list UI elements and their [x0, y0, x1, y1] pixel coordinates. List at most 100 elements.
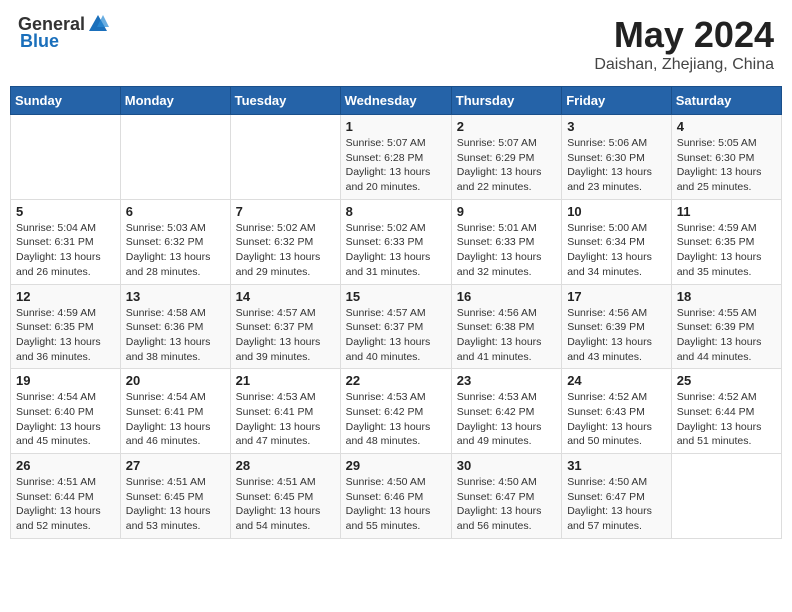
- calendar-header-saturday: Saturday: [671, 87, 781, 115]
- calendar-cell: 12 Sunrise: 4:59 AMSunset: 6:35 PMDayligh…: [11, 284, 121, 369]
- calendar-week-0: 1Sunrise: 5:07 AMSunset: 6:28 PMDaylight…: [11, 115, 782, 200]
- day-number: 25: [677, 373, 776, 388]
- calendar-cell: 25 Sunrise: 4:52 AMSunset: 6:44 PMDayligh…: [671, 369, 781, 454]
- day-number: 20: [126, 373, 225, 388]
- calendar-cell: 22Sunrise: 4:53 AMSunset: 6:42 PMDayligh…: [340, 369, 451, 454]
- calendar-cell: 24Sunrise: 4:52 AMSunset: 6:43 PMDayligh…: [562, 369, 672, 454]
- calendar-cell: 15Sunrise: 4:57 AMSunset: 6:37 PMDayligh…: [340, 284, 451, 369]
- calendar-cell: 13Sunrise: 4:58 AMSunset: 6:36 PMDayligh…: [120, 284, 230, 369]
- calendar-cell: 16 Sunrise: 4:56 AMSunset: 6:38 PMDayligh…: [451, 284, 561, 369]
- calendar-cell: 17 Sunrise: 4:56 AMSunset: 6:39 PMDayligh…: [562, 284, 672, 369]
- day-info: Sunrise: 4:50 AMSunset: 6:47 PMDaylight:…: [567, 475, 666, 534]
- day-info: Sunrise: 4:51 AMSunset: 6:45 PMDaylight:…: [236, 475, 335, 534]
- page-header: General Blue May 2024 Daishan, Zhejiang,…: [10, 10, 782, 78]
- day-info: Sunrise: 4:57 AMSunset: 6:37 PMDaylight:…: [236, 306, 335, 365]
- calendar-body: 1Sunrise: 5:07 AMSunset: 6:28 PMDaylight…: [11, 115, 782, 539]
- day-info: Sunrise: 5:03 AMSunset: 6:32 PMDaylight:…: [126, 221, 225, 280]
- calendar-cell: [671, 454, 781, 539]
- day-info: Sunrise: 4:51 AMSunset: 6:45 PMDaylight:…: [126, 475, 225, 534]
- day-number: 2: [457, 119, 556, 134]
- day-number: 7: [236, 204, 335, 219]
- calendar-cell: 26Sunrise: 4:51 AMSunset: 6:44 PMDayligh…: [11, 454, 121, 539]
- day-info: Sunrise: 5:02 AMSunset: 6:33 PMDaylight:…: [346, 221, 446, 280]
- calendar-header-row: SundayMondayTuesdayWednesdayThursdayFrid…: [11, 87, 782, 115]
- day-number: 11: [677, 204, 776, 219]
- day-number: 30: [457, 458, 556, 473]
- day-info: Sunrise: 5:04 AMSunset: 6:31 PMDaylight:…: [16, 221, 115, 280]
- main-title: May 2024: [594, 14, 774, 56]
- calendar-cell: [11, 115, 121, 200]
- calendar-cell: 14Sunrise: 4:57 AMSunset: 6:37 PMDayligh…: [230, 284, 340, 369]
- day-number: 12: [16, 289, 115, 304]
- day-info: Sunrise: 4:53 AMSunset: 6:42 PMDaylight:…: [457, 390, 556, 449]
- day-info: Sunrise: 5:01 AMSunset: 6:33 PMDaylight:…: [457, 221, 556, 280]
- day-number: 4: [677, 119, 776, 134]
- day-number: 17: [567, 289, 666, 304]
- calendar-cell: 19 Sunrise: 4:54 AMSunset: 6:40 PMDayligh…: [11, 369, 121, 454]
- day-number: 3: [567, 119, 666, 134]
- calendar-cell: 1Sunrise: 5:07 AMSunset: 6:28 PMDaylight…: [340, 115, 451, 200]
- day-number: 31: [567, 458, 666, 473]
- calendar-header-wednesday: Wednesday: [340, 87, 451, 115]
- day-info: Sunrise: 5:06 AMSunset: 6:30 PMDaylight:…: [567, 136, 666, 195]
- calendar-header-monday: Monday: [120, 87, 230, 115]
- logo: General Blue: [18, 14, 109, 52]
- day-number: 13: [126, 289, 225, 304]
- calendar-cell: 28 Sunrise: 4:51 AMSunset: 6:45 PMDayligh…: [230, 454, 340, 539]
- day-number: 22: [346, 373, 446, 388]
- calendar-week-4: 26Sunrise: 4:51 AMSunset: 6:44 PMDayligh…: [11, 454, 782, 539]
- calendar-cell: 21Sunrise: 4:53 AMSunset: 6:41 PMDayligh…: [230, 369, 340, 454]
- day-number: 29: [346, 458, 446, 473]
- day-number: 28: [236, 458, 335, 473]
- day-info: Sunrise: 4:50 AMSunset: 6:47 PMDaylight:…: [457, 475, 556, 534]
- day-number: 26: [16, 458, 115, 473]
- day-number: 16: [457, 289, 556, 304]
- day-info: Sunrise: 4:54 AMSunset: 6:40 PMDaylight:…: [16, 390, 115, 449]
- day-info: Sunrise: 4:59 AMSunset: 6:35 PMDaylight:…: [677, 221, 776, 280]
- day-info: Sunrise: 4:52 AMSunset: 6:43 PMDaylight:…: [567, 390, 666, 449]
- day-info: Sunrise: 4:55 AMSunset: 6:39 PMDaylight:…: [677, 306, 776, 365]
- day-number: 9: [457, 204, 556, 219]
- calendar-cell: 2 Sunrise: 5:07 AMSunset: 6:29 PMDaylight…: [451, 115, 561, 200]
- day-number: 18: [677, 289, 776, 304]
- calendar-cell: 10Sunrise: 5:00 AMSunset: 6:34 PMDayligh…: [562, 199, 672, 284]
- calendar-header-friday: Friday: [562, 87, 672, 115]
- calendar-cell: 29 Sunrise: 4:50 AMSunset: 6:46 PMDayligh…: [340, 454, 451, 539]
- calendar-cell: 27Sunrise: 4:51 AMSunset: 6:45 PMDayligh…: [120, 454, 230, 539]
- calendar-cell: 4 Sunrise: 5:05 AMSunset: 6:30 PMDaylight…: [671, 115, 781, 200]
- calendar-cell: 7 Sunrise: 5:02 AMSunset: 6:32 PMDaylight…: [230, 199, 340, 284]
- day-info: Sunrise: 4:57 AMSunset: 6:37 PMDaylight:…: [346, 306, 446, 365]
- day-info: Sunrise: 5:02 AMSunset: 6:32 PMDaylight:…: [236, 221, 335, 280]
- calendar-week-2: 12 Sunrise: 4:59 AMSunset: 6:35 PMDayligh…: [11, 284, 782, 369]
- day-number: 10: [567, 204, 666, 219]
- day-info: Sunrise: 4:56 AMSunset: 6:38 PMDaylight:…: [457, 306, 556, 365]
- calendar-cell: 3 Sunrise: 5:06 AMSunset: 6:30 PMDaylight…: [562, 115, 672, 200]
- day-number: 6: [126, 204, 225, 219]
- day-info: Sunrise: 4:59 AMSunset: 6:35 PMDaylight:…: [16, 306, 115, 365]
- calendar-cell: 8 Sunrise: 5:02 AMSunset: 6:33 PMDaylight…: [340, 199, 451, 284]
- subtitle: Daishan, Zhejiang, China: [594, 56, 774, 74]
- day-info: Sunrise: 4:53 AMSunset: 6:41 PMDaylight:…: [236, 390, 335, 449]
- title-block: May 2024 Daishan, Zhejiang, China: [594, 14, 774, 74]
- calendar-cell: 9 Sunrise: 5:01 AMSunset: 6:33 PMDaylight…: [451, 199, 561, 284]
- calendar-cell: 23Sunrise: 4:53 AMSunset: 6:42 PMDayligh…: [451, 369, 561, 454]
- calendar-header-thursday: Thursday: [451, 87, 561, 115]
- day-number: 19: [16, 373, 115, 388]
- day-info: Sunrise: 4:50 AMSunset: 6:46 PMDaylight:…: [346, 475, 446, 534]
- calendar-header-tuesday: Tuesday: [230, 87, 340, 115]
- logo-icon: [87, 13, 109, 35]
- day-number: 8: [346, 204, 446, 219]
- calendar-cell: 5 Sunrise: 5:04 AMSunset: 6:31 PMDaylight…: [11, 199, 121, 284]
- calendar-cell: 18 Sunrise: 4:55 AMSunset: 6:39 PMDayligh…: [671, 284, 781, 369]
- day-info: Sunrise: 4:56 AMSunset: 6:39 PMDaylight:…: [567, 306, 666, 365]
- day-number: 1: [346, 119, 446, 134]
- calendar-week-3: 19 Sunrise: 4:54 AMSunset: 6:40 PMDayligh…: [11, 369, 782, 454]
- day-info: Sunrise: 5:07 AMSunset: 6:29 PMDaylight:…: [457, 136, 556, 195]
- calendar-cell: 6 Sunrise: 5:03 AMSunset: 6:32 PMDaylight…: [120, 199, 230, 284]
- calendar-cell: [120, 115, 230, 200]
- day-info: Sunrise: 5:05 AMSunset: 6:30 PMDaylight:…: [677, 136, 776, 195]
- logo-blue-text: Blue: [20, 31, 59, 52]
- day-number: 5: [16, 204, 115, 219]
- calendar-cell: 20Sunrise: 4:54 AMSunset: 6:41 PMDayligh…: [120, 369, 230, 454]
- day-info: Sunrise: 4:52 AMSunset: 6:44 PMDaylight:…: [677, 390, 776, 449]
